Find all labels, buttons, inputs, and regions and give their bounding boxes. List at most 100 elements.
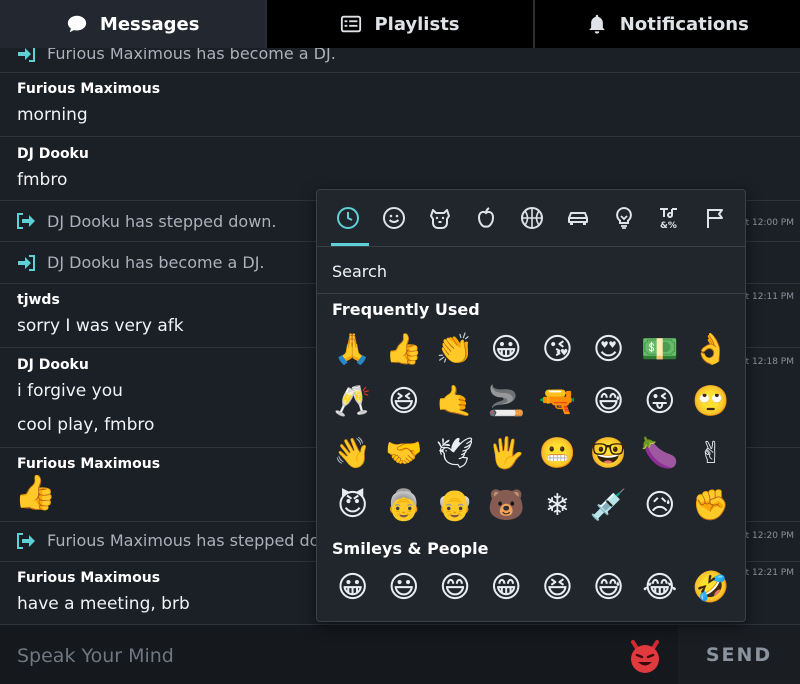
emoji-search-placeholder: Search (332, 262, 387, 281)
emoji-option[interactable]: 😀 (327, 562, 378, 614)
emoji-option[interactable]: 👋 (327, 428, 378, 480)
enter-icon (18, 255, 35, 271)
emoji-option[interactable]: 🖐 (481, 428, 532, 480)
emoji-glyph: ❄ (544, 488, 570, 523)
message-timestamp: at 12:11 PM (740, 292, 794, 302)
emoji-option[interactable]: 😬 (532, 428, 583, 480)
emoji-glyph: 😂 (642, 570, 678, 605)
emoji-option[interactable]: ✌ (685, 428, 736, 480)
emoji-option[interactable]: 😘 (532, 324, 583, 376)
emoji-option[interactable]: 🐻 (481, 480, 532, 532)
emoji-option[interactable]: 😀 (481, 324, 532, 376)
emoji-option[interactable]: 💉 (583, 480, 634, 532)
emoji-option[interactable]: 🤙 (429, 376, 480, 428)
system-message-text: Furious Maximous has stepped do (47, 531, 320, 550)
emoji-picker-button[interactable] (627, 638, 663, 674)
emoji-option[interactable]: 👌 (685, 324, 736, 376)
emoji-option[interactable]: 💵 (634, 324, 685, 376)
category-symbols[interactable]: &% (647, 190, 693, 246)
emoji-option[interactable]: 🥂 (327, 376, 378, 428)
svg-text:&%: &% (660, 221, 677, 230)
category-smileys[interactable] (371, 190, 417, 246)
category-activity[interactable] (509, 190, 555, 246)
emoji-search-input[interactable]: Search (317, 246, 745, 294)
emoji-option[interactable]: 😆 (532, 562, 583, 614)
send-button[interactable]: SEND (678, 625, 800, 684)
emoji-glyph: 😍 (592, 332, 625, 367)
tab-playlists[interactable]: Playlists (267, 0, 535, 48)
category-animals[interactable] (417, 190, 463, 246)
system-message: Furious Maximous has become a DJ. (0, 48, 800, 73)
emoji-option[interactable]: 😄 (429, 562, 480, 614)
emoji-option[interactable]: 😆 (378, 376, 429, 428)
chat-message: Furious Maximous morning (0, 73, 800, 137)
system-message-text: Furious Maximous has become a DJ. (47, 48, 336, 63)
tab-messages[interactable]: Messages (0, 0, 268, 48)
emoji-option[interactable]: 👏 (429, 324, 480, 376)
section-smileys-title: Smileys & People (332, 539, 489, 558)
emoji-option[interactable]: 😜 (634, 376, 685, 428)
thumbs-up-emoji: 👍 (14, 473, 57, 513)
emoji-glyph: 👋 (333, 436, 372, 471)
message-username[interactable]: tjwds (17, 292, 60, 308)
dog-icon (430, 209, 450, 229)
emoji-option[interactable]: 👵 (378, 480, 429, 532)
emoji-glyph: 😈 (336, 488, 369, 523)
list-icon (340, 13, 362, 35)
emoji-option[interactable]: 😅 (583, 376, 634, 428)
emoji-option[interactable]: 👍 (378, 324, 429, 376)
emoji-option[interactable]: 😂 (634, 562, 685, 614)
message-text: have a meeting, brb (17, 594, 190, 614)
emoji-option[interactable]: 🍆 (634, 428, 685, 480)
category-recent[interactable] (325, 190, 371, 246)
category-travel[interactable] (555, 190, 601, 246)
system-message-text: DJ Dooku has become a DJ. (47, 253, 265, 272)
message-username[interactable]: Furious Maximous (17, 570, 160, 586)
emoji-option[interactable]: 😁 (481, 562, 532, 614)
emoji-glyph: 😅 (592, 384, 625, 419)
category-food[interactable] (463, 190, 509, 246)
emoji-option[interactable]: 👴 (429, 480, 480, 532)
bell-icon (586, 13, 608, 35)
emoji-option[interactable]: 🙏 (327, 324, 378, 376)
message-username[interactable]: Furious Maximous (17, 456, 160, 472)
emoji-option[interactable]: 🚬 (481, 376, 532, 428)
message-timestamp: at 12:21 PM (740, 568, 794, 578)
message-username[interactable]: DJ Dooku (17, 146, 89, 162)
message-timestamp: at 12:00 PM (740, 218, 794, 228)
chat-input[interactable]: Speak Your Mind (0, 625, 678, 684)
emoji-glyph: 🥂 (333, 384, 372, 419)
emoji-glyph: ✊ (692, 488, 730, 523)
category-objects[interactable] (601, 190, 647, 246)
emoji-option[interactable]: ✊ (685, 480, 736, 532)
emoji-option[interactable]: 🙄 (685, 376, 736, 428)
emoji-option[interactable]: 🤝 (378, 428, 429, 480)
emoji-option[interactable]: 😃 (378, 562, 429, 614)
chat-input-placeholder: Speak Your Mind (17, 645, 174, 667)
emoji-glyph: 🤙 (436, 384, 474, 419)
enter-icon (18, 48, 35, 62)
emoji-option[interactable]: 🤓 (583, 428, 634, 480)
emoji-option[interactable]: 😈 (327, 480, 378, 532)
message-text: i forgive you (17, 381, 123, 401)
exit-icon (17, 213, 35, 229)
emoji-option[interactable]: 🕊 (429, 428, 480, 480)
message-username[interactable]: DJ Dooku (17, 357, 89, 373)
emoji-glyph: 🤣 (692, 570, 730, 605)
emoji-option[interactable]: 🔫 (532, 376, 583, 428)
emoji-option[interactable]: 🤣 (685, 562, 736, 614)
emoji-option[interactable]: 😅 (583, 562, 634, 614)
message-username[interactable]: Furious Maximous (17, 81, 160, 97)
emoji-option[interactable]: ❄ (532, 480, 583, 532)
emoji-glyph: 👌 (692, 332, 730, 367)
smileys-grid: 😀 😃 😄 😁 😆 😅 😂 🤣 (327, 562, 737, 614)
emoji-glyph: 😆 (541, 570, 573, 605)
category-flags[interactable] (693, 190, 739, 246)
emoji-picker: &% Search Frequently Used 🙏 👍 👏 😀 😘 😍 💵 👌 🥂 😆 🤙 🚬 🔫 😅… (316, 189, 746, 622)
tab-notifications[interactable]: Notifications (535, 0, 800, 48)
frequently-used-grid: 🙏 👍 👏 😀 😘 😍 💵 👌 🥂 😆 🤙 🚬 🔫 😅 😜 🙄 👋 🤝 🕊 🖐 😬 🤓 🍆 ✌ 😈 👵 👴 🐻 ❄ 💉 😥 ✊ (327, 324, 737, 532)
emoji-glyph: 😅 (592, 570, 625, 605)
symbols-icon: &% (660, 208, 677, 230)
emoji-option[interactable]: 😍 (583, 324, 634, 376)
emoji-option[interactable]: 😥 (634, 480, 685, 532)
